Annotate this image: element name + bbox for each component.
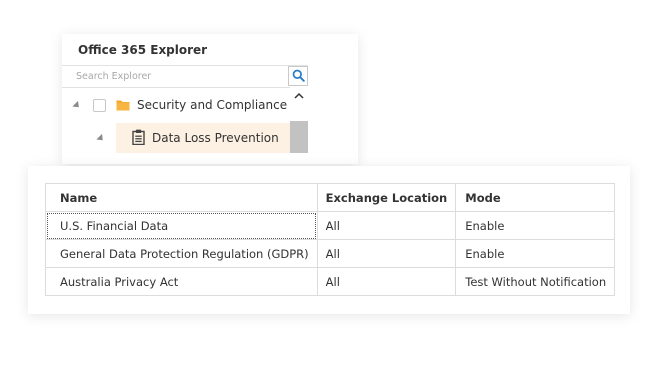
search-button[interactable] xyxy=(288,66,308,86)
exchange-location-cell[interactable]: All xyxy=(316,211,457,240)
policy-name-cell[interactable]: General Data Protection Regulation (GDPR… xyxy=(45,239,318,268)
search-explorer-input[interactable] xyxy=(62,66,302,87)
mode-cell[interactable]: Enable xyxy=(455,211,616,240)
mode-cell[interactable]: Enable xyxy=(455,239,616,268)
tree-item-security-and-compliance[interactable]: Security and Compliance xyxy=(62,90,290,120)
tree-item-checkbox[interactable] xyxy=(93,98,106,112)
search-row xyxy=(62,65,308,88)
tree-scrollbar[interactable] xyxy=(290,87,308,153)
expand-arrow-icon[interactable] xyxy=(72,100,82,110)
exchange-location-cell[interactable]: All xyxy=(316,267,457,296)
table-header-row: Name Exchange Location Mode xyxy=(45,183,616,212)
mode-cell[interactable]: Test Without Notification xyxy=(455,267,616,296)
table-row[interactable]: U.S. Financial Data All Enable xyxy=(45,211,616,240)
tree-item-label: Security and Compliance xyxy=(137,98,288,112)
dlp-policy-table: Name Exchange Location Mode U.S. Financi… xyxy=(45,183,616,296)
column-header-name[interactable]: Name xyxy=(45,183,318,212)
expand-arrow-icon[interactable] xyxy=(96,133,106,143)
tree-item-data-loss-prevention[interactable]: Data Loss Prevention xyxy=(62,123,290,153)
policy-name-cell[interactable]: Australia Privacy Act xyxy=(45,267,318,296)
column-header-exchange-location[interactable]: Exchange Location xyxy=(316,183,457,212)
office-365-explorer-panel: Office 365 Explorer Security and Complia… xyxy=(62,34,358,164)
column-header-mode[interactable]: Mode xyxy=(455,183,616,212)
table-row[interactable]: General Data Protection Regulation (GDPR… xyxy=(45,239,616,268)
clipboard-icon xyxy=(132,129,145,145)
exchange-location-cell[interactable]: All xyxy=(316,239,457,268)
scrollbar-thumb[interactable] xyxy=(290,121,308,153)
search-icon xyxy=(292,67,305,86)
dlp-policy-table-panel: Name Exchange Location Mode U.S. Financi… xyxy=(28,166,630,314)
folder-icon xyxy=(116,99,130,111)
scroll-up-arrow-icon[interactable] xyxy=(293,89,305,101)
explorer-title: Office 365 Explorer xyxy=(78,43,208,57)
tree-item-label: Data Loss Prevention xyxy=(152,131,279,145)
policy-name-cell[interactable]: U.S. Financial Data xyxy=(45,211,318,240)
table-row[interactable]: Australia Privacy Act All Test Without N… xyxy=(45,267,616,296)
